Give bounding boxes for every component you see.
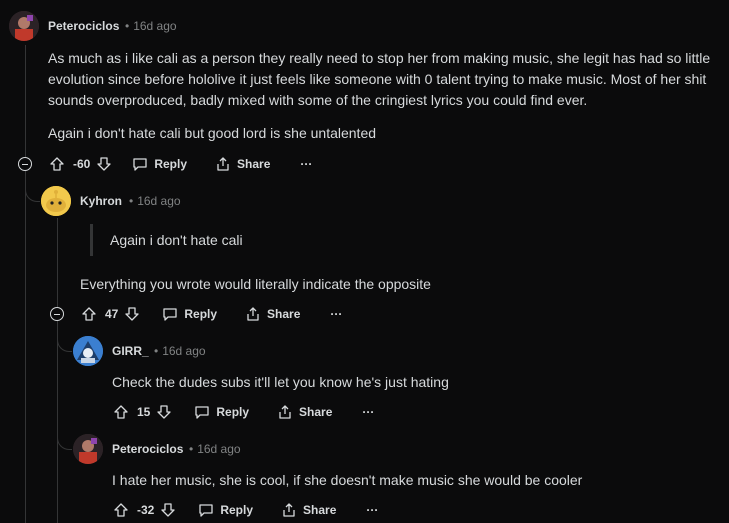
blockquote-text: Again i don't hate cali	[110, 232, 243, 248]
share-icon	[277, 404, 293, 420]
reply-button[interactable]: Reply	[162, 306, 217, 322]
share-label: Share	[267, 307, 301, 321]
avatar[interactable]	[41, 186, 71, 216]
more-options-button[interactable]: ···	[330, 307, 342, 321]
comment-body-paragraph: Check the dudes subs it'll let you know …	[112, 374, 449, 390]
collapse-thread-button[interactable]	[50, 307, 64, 321]
comment-body-paragraph: I hate her music, she is cool, if she do…	[112, 472, 583, 488]
arrow-up-icon[interactable]	[81, 306, 97, 322]
arrow-down-icon[interactable]	[160, 502, 176, 518]
comment-time: 16d ago	[197, 442, 241, 456]
arrow-up-icon[interactable]	[113, 502, 129, 518]
chat-bubble-icon	[132, 156, 148, 172]
comment-action-bar: 47 Reply Share ···	[81, 304, 342, 324]
share-icon	[245, 306, 261, 322]
comment-body-paragraph: As much as i like cali as a person they …	[48, 50, 711, 108]
share-button[interactable]: Share	[245, 306, 300, 322]
thread-line-main[interactable]	[25, 45, 26, 523]
separator-dot: •	[129, 194, 134, 208]
more-options-button[interactable]: ···	[362, 405, 374, 419]
comment-action-bar: -60 Reply Share ···	[49, 154, 312, 174]
share-label: Share	[237, 157, 271, 171]
avatar[interactable]	[73, 434, 103, 464]
avatar[interactable]	[73, 336, 103, 366]
comment-author[interactable]: Peterociclos	[112, 442, 183, 456]
reply-button[interactable]: Reply	[132, 156, 187, 172]
share-label: Share	[303, 503, 337, 517]
thread-connector	[57, 333, 72, 352]
comment-action-bar: -32 Reply Share ···	[113, 500, 378, 520]
chat-bubble-icon	[198, 502, 214, 518]
share-icon	[281, 502, 297, 518]
arrow-down-icon[interactable]	[156, 404, 172, 420]
chat-bubble-icon	[194, 404, 210, 420]
arrow-up-icon[interactable]	[113, 404, 129, 420]
comment-timestamp[interactable]: • 16d ago	[154, 344, 206, 358]
reply-label: Reply	[154, 157, 188, 171]
comment-body-paragraph: Again i don't hate cali but good lord is…	[48, 125, 377, 141]
share-icon	[215, 156, 231, 172]
share-button[interactable]: Share	[277, 404, 332, 420]
ellipsis-icon: ···	[330, 307, 343, 321]
separator-dot: •	[154, 344, 159, 358]
vote-score: 47	[105, 307, 119, 321]
share-button[interactable]: Share	[215, 156, 270, 172]
comment-time: 16d ago	[137, 194, 181, 208]
comment-action-bar: 15 Reply Share ···	[113, 402, 374, 422]
more-options-button[interactable]: ···	[366, 503, 378, 517]
thread-connector	[25, 183, 40, 202]
reply-label: Reply	[216, 405, 250, 419]
reply-label: Reply	[220, 503, 254, 517]
arrow-down-icon[interactable]	[96, 156, 112, 172]
blockquote-bar	[90, 224, 93, 256]
comment-timestamp[interactable]: • 16d ago	[125, 19, 177, 33]
reply-button[interactable]: Reply	[194, 404, 249, 420]
reply-label: Reply	[184, 307, 218, 321]
chat-bubble-icon	[162, 306, 178, 322]
comment-author[interactable]: Peterociclos	[48, 19, 119, 33]
vote-score: -60	[73, 157, 91, 171]
reply-button[interactable]: Reply	[198, 502, 253, 518]
comment-body-paragraph: Everything you wrote would literally ind…	[80, 276, 431, 292]
ellipsis-icon: ···	[366, 503, 379, 517]
comment-author[interactable]: GIRR_	[112, 344, 149, 358]
arrow-up-icon[interactable]	[49, 156, 65, 172]
more-options-button[interactable]: ···	[300, 157, 312, 171]
comment-timestamp[interactable]: • 16d ago	[189, 442, 241, 456]
share-label: Share	[299, 405, 333, 419]
separator-dot: •	[125, 19, 130, 33]
avatar[interactable]	[9, 11, 39, 41]
collapse-thread-button[interactable]	[18, 157, 32, 171]
vote-score: 15	[137, 405, 151, 419]
arrow-down-icon[interactable]	[124, 306, 140, 322]
comment-timestamp[interactable]: • 16d ago	[129, 194, 181, 208]
comment-author[interactable]: Kyhron	[80, 194, 122, 208]
thread-line-kyhron[interactable]	[57, 218, 58, 523]
comment-time: 16d ago	[133, 19, 177, 33]
share-button[interactable]: Share	[281, 502, 336, 518]
thread-connector	[57, 431, 72, 450]
ellipsis-icon: ···	[362, 405, 375, 419]
vote-score: -32	[137, 503, 155, 517]
ellipsis-icon: ···	[300, 157, 313, 171]
comment-time: 16d ago	[162, 344, 206, 358]
separator-dot: •	[189, 442, 194, 456]
